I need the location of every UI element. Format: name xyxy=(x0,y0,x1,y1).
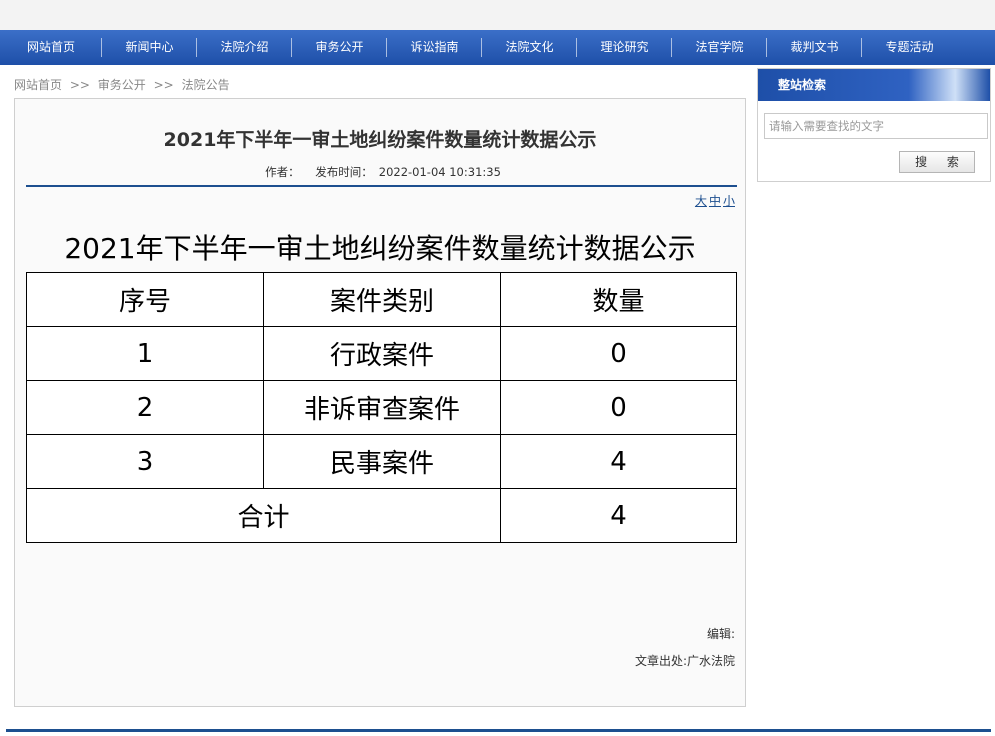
table-header-row: 序号 案件类别 数量 xyxy=(26,272,737,327)
site-search-heading: 整站检索 xyxy=(758,69,990,101)
breadcrumb-home[interactable]: 网站首页 xyxy=(14,76,62,93)
site-search-panel: 整站检索 请输入需要查找的文字 搜 索 xyxy=(757,68,991,182)
page: 网站首页 新闻中心 法院介绍 审务公开 诉讼指南 法院文化 理论研究 法官学院 … xyxy=(0,0,995,736)
table-total-row: 合计 4 xyxy=(26,488,737,543)
table-cell: 4 xyxy=(500,434,737,489)
font-size-switcher: 大中小 xyxy=(693,192,735,209)
article-meta: 作者： 发布时间： 2022-01-04 10:31:35 xyxy=(15,164,745,180)
publish-label: 发布时间： xyxy=(315,165,373,179)
table-header-cell: 序号 xyxy=(26,272,264,327)
case-stats-table: 序号 案件类别 数量 1 行政案件 0 2 非诉审查案件 0 3 民事案件 4 … xyxy=(26,272,737,543)
publish-time: 2022-01-04 10:31:35 xyxy=(378,165,501,179)
font-size-medium-link[interactable]: 中 xyxy=(709,194,721,208)
table-cell: 3 xyxy=(26,434,264,489)
total-label-cell: 合计 xyxy=(26,488,501,543)
total-value-cell: 4 xyxy=(500,488,737,543)
nav-item-special-events[interactable]: 专题活动 xyxy=(862,30,957,65)
nav-item-theory-research[interactable]: 理论研究 xyxy=(577,30,672,65)
table-cell: 1 xyxy=(26,326,264,381)
content-heading: 2021年下半年一审土地纠纷案件数量统计数据公示 xyxy=(64,232,696,265)
table-row: 3 民事案件 4 xyxy=(26,434,737,489)
table-cell: 民事案件 xyxy=(263,434,501,489)
table-row: 2 非诉审查案件 0 xyxy=(26,380,737,435)
nav-item-news[interactable]: 新闻中心 xyxy=(102,30,197,65)
title-divider xyxy=(26,185,737,187)
table-cell: 0 xyxy=(500,326,737,381)
table-cell: 2 xyxy=(26,380,264,435)
table-cell: 行政案件 xyxy=(263,326,501,381)
nav-item-home[interactable]: 网站首页 xyxy=(0,30,102,65)
breadcrumb-court-affairs[interactable]: 审务公开 xyxy=(98,76,146,93)
source-label: 文章出处: xyxy=(634,654,687,668)
nav-item-court-affairs[interactable]: 审务公开 xyxy=(292,30,387,65)
breadcrumb-court-notices[interactable]: 法院公告 xyxy=(182,76,230,93)
search-input[interactable]: 请输入需要查找的文字 xyxy=(764,113,988,139)
main-nav: 网站首页 新闻中心 法院介绍 审务公开 诉讼指南 法院文化 理论研究 法官学院 … xyxy=(0,30,995,65)
editor-label: 编辑: xyxy=(706,627,735,641)
font-size-small-link[interactable]: 小 xyxy=(723,194,735,208)
table-header-cell: 案件类别 xyxy=(263,272,501,327)
search-button[interactable]: 搜 索 xyxy=(899,151,975,173)
footer-divider xyxy=(6,729,991,732)
article-panel: 2021年下半年一审土地纠纷案件数量统计数据公示 作者： 发布时间： 2022-0… xyxy=(14,98,746,707)
breadcrumb-separator: >> xyxy=(153,78,174,92)
nav-item-court-intro[interactable]: 法院介绍 xyxy=(197,30,292,65)
table-row: 1 行政案件 0 xyxy=(26,326,737,381)
breadcrumb-separator: >> xyxy=(69,78,90,92)
nav-item-judge-academy[interactable]: 法官学院 xyxy=(672,30,767,65)
breadcrumb: 网站首页 >> 审务公开 >> 法院公告 xyxy=(14,76,230,93)
top-strip xyxy=(0,0,995,30)
author-label: 作者： xyxy=(265,165,300,179)
nav-item-litigation-guide[interactable]: 诉讼指南 xyxy=(387,30,482,65)
table-cell: 非诉审查案件 xyxy=(263,380,501,435)
table-cell: 0 xyxy=(500,380,737,435)
table-header-cell: 数量 xyxy=(500,272,737,327)
source-value: 广水法院 xyxy=(686,654,735,668)
article-source: 文章出处:广水法院 xyxy=(635,652,735,669)
nav-item-judgments[interactable]: 裁判文书 xyxy=(767,30,862,65)
nav-item-court-culture[interactable]: 法院文化 xyxy=(482,30,577,65)
article-title: 2021年下半年一审土地纠纷案件数量统计数据公示 xyxy=(163,129,597,151)
font-size-large-link[interactable]: 大 xyxy=(695,194,707,208)
